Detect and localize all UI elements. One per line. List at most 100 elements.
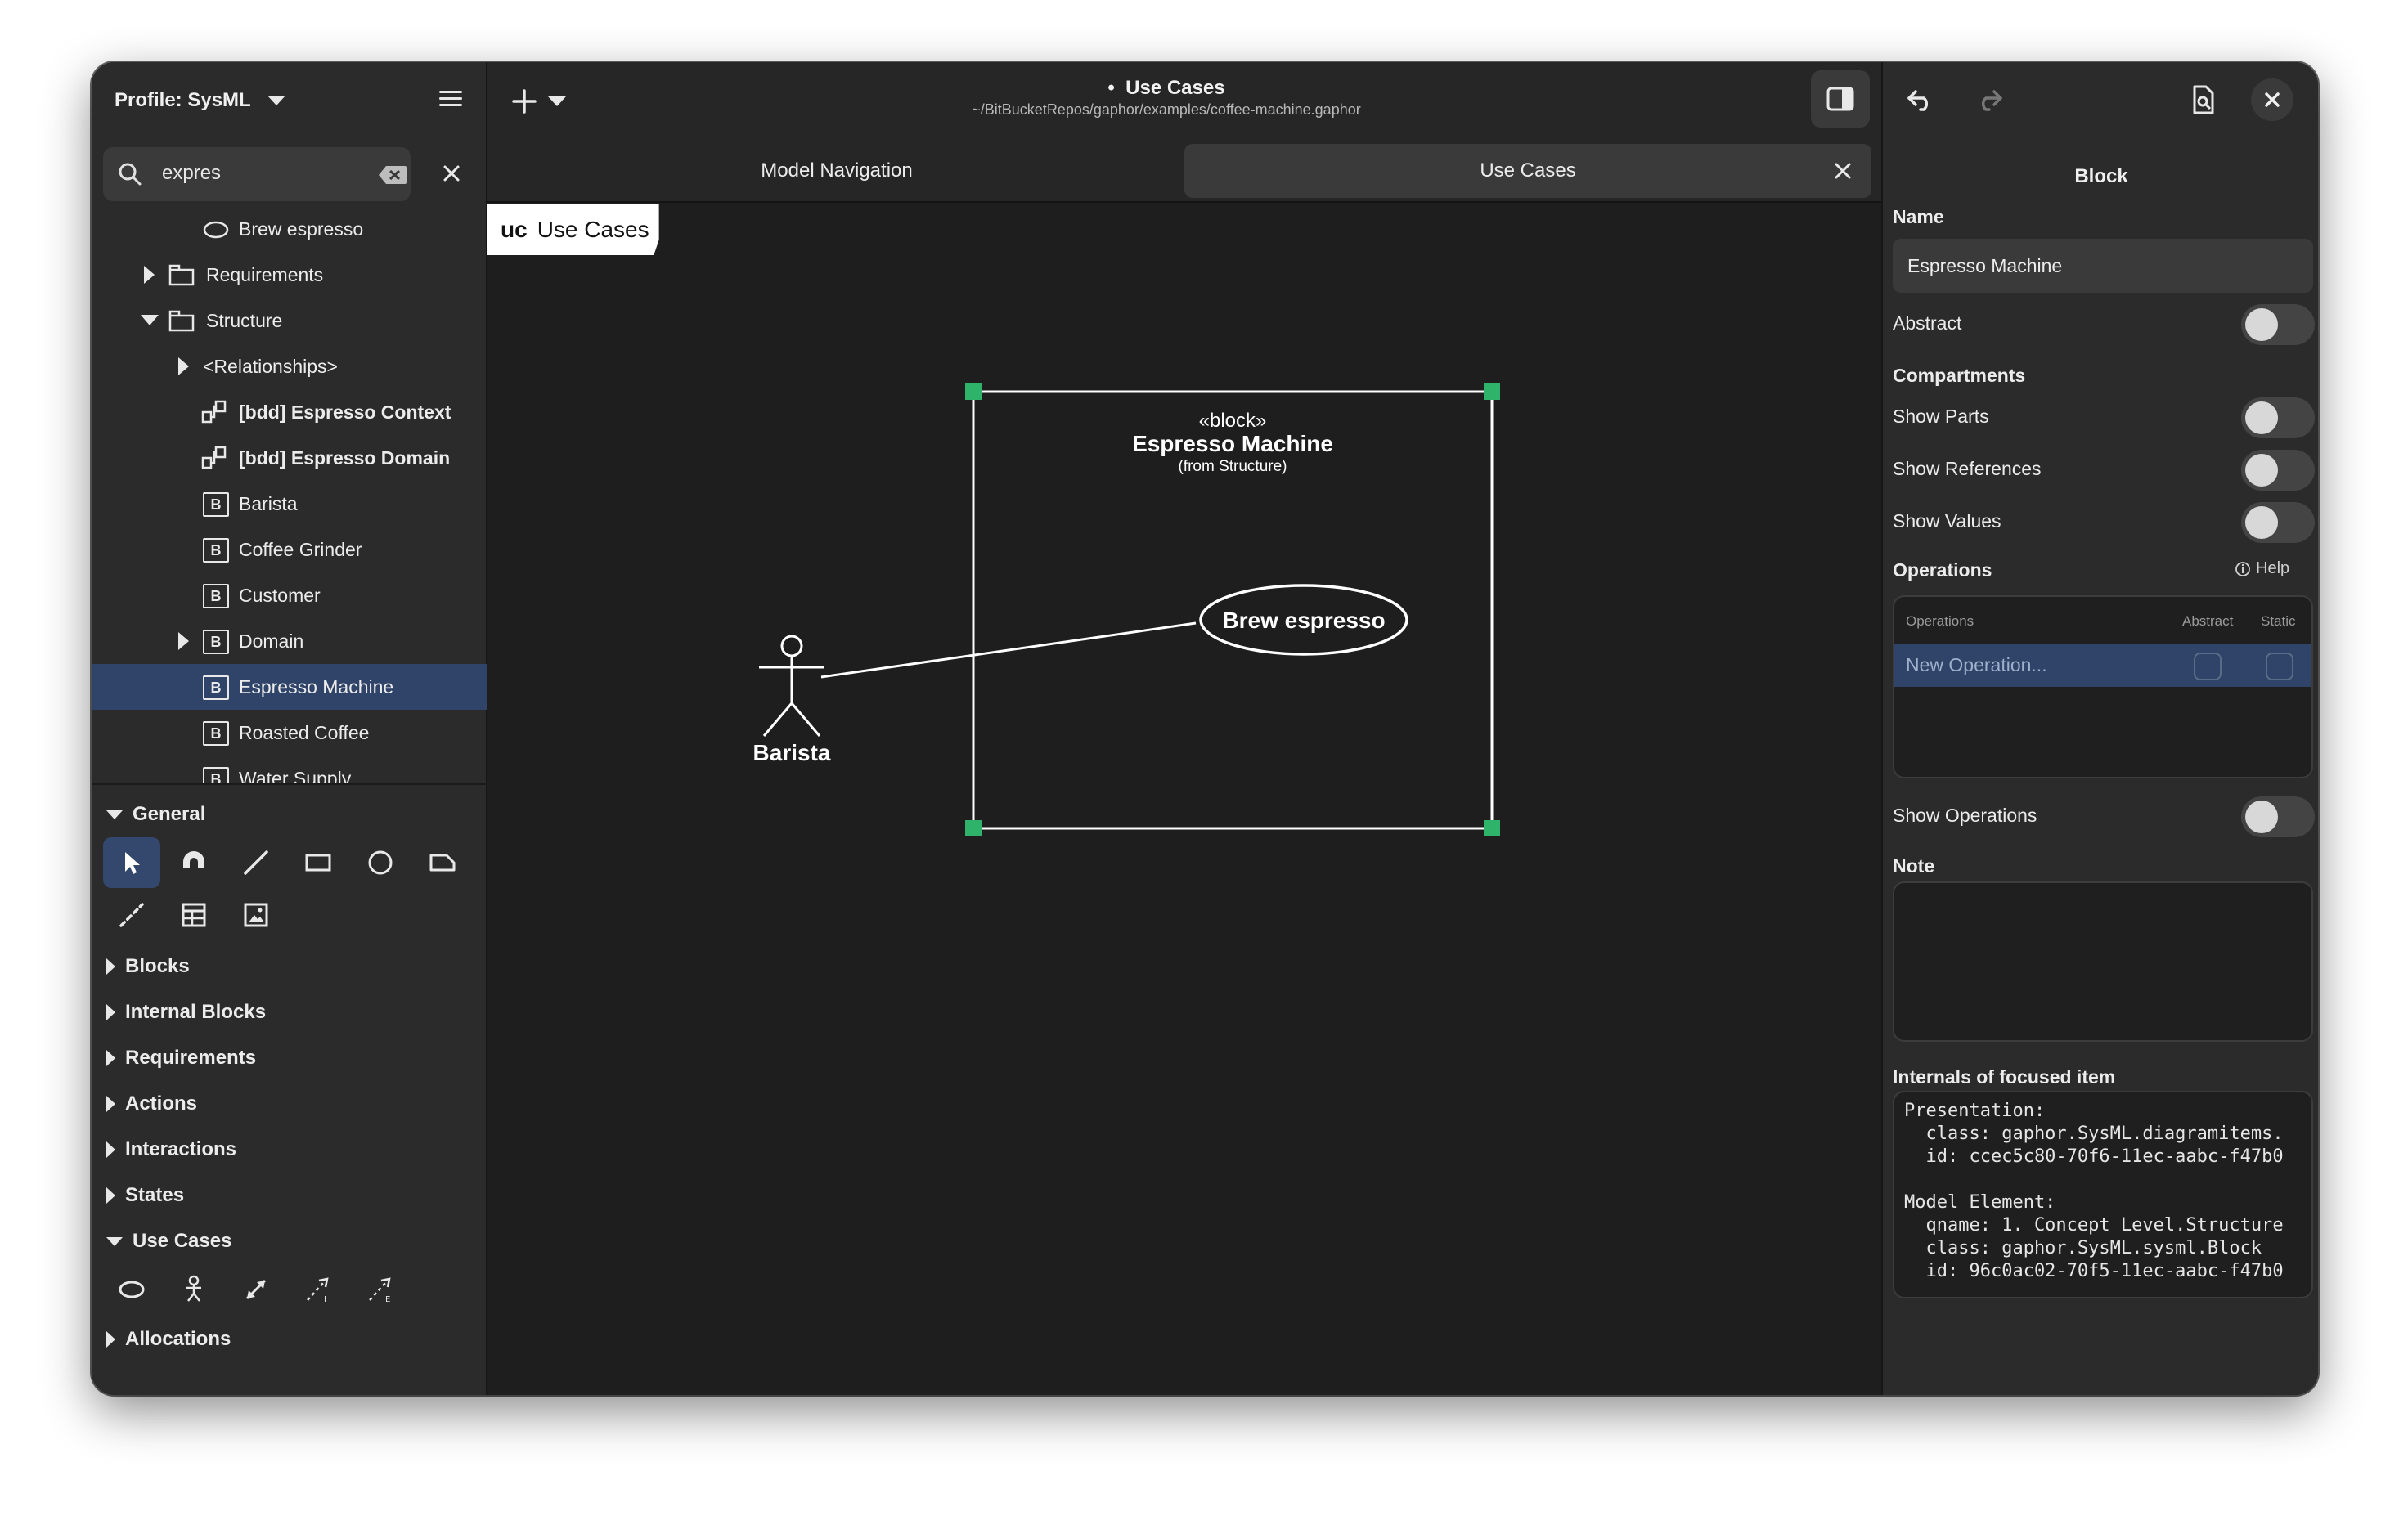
internals-line: qname: 1. Concept Level.Structure — [1904, 1215, 2284, 1236]
abstract-checkbox[interactable] — [2194, 653, 2222, 680]
magnet-tool[interactable] — [165, 837, 222, 888]
resize-handle-bottom-right[interactable] — [1484, 820, 1500, 836]
tab-model-navigation[interactable]: Model Navigation — [497, 144, 1176, 198]
toolbox-section-internal-blocks[interactable]: Internal Blocks — [106, 996, 266, 1029]
search-document-button[interactable] — [2182, 78, 2225, 121]
model-search-field[interactable]: expres — [103, 147, 411, 201]
redo-button[interactable] — [1968, 78, 2010, 121]
show-operations-toggle[interactable] — [2241, 796, 2315, 837]
diagram-icon — [201, 446, 227, 469]
operations-table: Operations Abstract Static New Operation… — [1893, 595, 2313, 778]
toolbox-section-interactions[interactable]: Interactions — [106, 1133, 236, 1166]
collapse-arrow-icon[interactable] — [141, 315, 159, 333]
chevron-down-icon — [267, 96, 285, 105]
resize-handle-top-left[interactable] — [965, 383, 982, 400]
name-input[interactable]: Espresso Machine — [1893, 239, 2313, 293]
association-line[interactable] — [820, 621, 1197, 679]
block-icon: B — [203, 538, 229, 563]
close-icon — [2265, 92, 2280, 107]
close-tab-icon[interactable] — [1832, 160, 1853, 182]
toolbox-section-states[interactable]: States — [106, 1179, 184, 1212]
tree-item-relationships[interactable]: <Relationships> — [92, 343, 487, 389]
internals-line: id: 96c0ac02-70f5-11ec-aabc-f47b0 — [1904, 1261, 2284, 1281]
sidebar-header: Profile: SysML — [92, 62, 487, 137]
section-label: Blocks — [125, 955, 190, 977]
tree-item-customer[interactable]: B Customer — [92, 572, 487, 618]
resize-handle-top-right[interactable] — [1484, 383, 1500, 400]
diagram-svg[interactable]: «block» Espresso Machine (from Structure… — [487, 204, 1881, 1395]
abstract-toggle[interactable] — [2241, 304, 2315, 345]
tree-item-bdd-espresso-domain[interactable]: [bdd] Espresso Domain — [92, 435, 487, 481]
search-input[interactable]: expres — [162, 162, 221, 185]
usecase-ellipse-icon — [203, 221, 229, 239]
tree-item-barista[interactable]: B Barista — [92, 481, 487, 527]
tree-item-espresso-machine[interactable]: B Espresso Machine — [92, 664, 487, 710]
toolbox-section-requirements[interactable]: Requirements — [106, 1042, 256, 1074]
toolbox-section-blocks[interactable]: Blocks — [106, 950, 190, 983]
tree-item-requirements[interactable]: Requirements — [92, 252, 487, 298]
close-window-button[interactable] — [2251, 78, 2293, 121]
profile-label: Profile: SysML — [115, 89, 251, 111]
usecase-tool[interactable] — [103, 1264, 160, 1315]
tree-item-structure[interactable]: Structure — [92, 298, 487, 343]
line-tool[interactable] — [227, 837, 285, 888]
toolbox-section-allocations[interactable]: Allocations — [106, 1323, 231, 1356]
table-tool[interactable] — [165, 890, 222, 940]
toolbox-section-general[interactable]: General — [106, 798, 205, 831]
tree-item-label: <Relationships> — [203, 355, 338, 377]
ellipse-tool[interactable] — [352, 837, 409, 888]
header-bar: • Use Cases ~/BitBucketRepos/gaphor/exam… — [487, 62, 1881, 137]
image-tool[interactable] — [227, 890, 285, 940]
clear-text-icon[interactable] — [378, 165, 407, 185]
static-checkbox[interactable] — [2266, 653, 2293, 680]
tree-item-label: Brew espresso — [239, 218, 364, 240]
actor-tool[interactable] — [165, 1264, 222, 1315]
block-icon: B — [203, 584, 229, 608]
resize-handle-bottom-left[interactable] — [965, 820, 982, 836]
expand-arrow-icon[interactable] — [178, 357, 196, 375]
tree-item-brew-espresso[interactable]: Brew espresso — [92, 206, 487, 252]
column-header-abstract: Abstract — [2182, 613, 2234, 629]
extend-tool[interactable]: E — [352, 1264, 409, 1315]
toolbox-section-actions[interactable]: Actions — [106, 1088, 197, 1120]
association-icon — [245, 1279, 267, 1300]
main-menu-icon[interactable] — [437, 87, 465, 111]
expand-arrow-icon[interactable] — [144, 266, 162, 284]
profile-selector[interactable]: Profile: SysML — [115, 83, 285, 118]
box-icon — [305, 854, 331, 872]
tree-item-coffee-grinder[interactable]: B Coffee Grinder — [92, 527, 487, 572]
section-label: States — [125, 1184, 185, 1206]
new-operation-entry[interactable]: New Operation... — [1906, 654, 2047, 676]
tree-item-roasted-coffee[interactable]: B Roasted Coffee — [92, 710, 487, 756]
comment-tool[interactable] — [414, 837, 471, 888]
diagram-canvas[interactable]: uc Use Cases «block» Espresso Machine (f… — [487, 204, 1881, 1395]
left-sidebar: Profile: SysML expres Brew espresso Requ… — [92, 62, 487, 1395]
expand-arrow-icon[interactable] — [178, 632, 196, 650]
toolbox-section-use-cases[interactable]: Use Cases — [106, 1225, 231, 1258]
tree-item-domain[interactable]: B Domain — [92, 618, 487, 664]
close-search-icon[interactable] — [435, 157, 468, 190]
actor-barista[interactable] — [759, 635, 824, 737]
show-values-toggle[interactable] — [2241, 502, 2315, 543]
comment-line-tool[interactable] — [103, 890, 160, 940]
table-row[interactable]: New Operation... — [1894, 644, 2311, 687]
toggle-properties-button[interactable] — [1811, 70, 1870, 128]
show-references-toggle[interactable] — [2241, 450, 2315, 491]
pointer-tool[interactable] — [103, 837, 160, 888]
tree-item-bdd-espresso-context[interactable]: [bdd] Espresso Context — [92, 389, 487, 435]
show-parts-toggle[interactable] — [2241, 397, 2315, 438]
section-label: Interactions — [125, 1138, 237, 1160]
tree-item-label: Domain — [239, 630, 304, 652]
tab-use-cases[interactable]: Use Cases — [1184, 144, 1871, 198]
association-tool[interactable] — [227, 1264, 285, 1315]
expand-arrow-icon — [106, 958, 115, 975]
include-tool[interactable]: I — [290, 1264, 347, 1315]
box-tool[interactable] — [290, 837, 347, 888]
tree-item-water-supply[interactable]: B Water Supply — [92, 756, 487, 783]
new-diagram-button[interactable] — [510, 85, 576, 118]
undo-button[interactable] — [1899, 78, 1942, 121]
help-button[interactable]: Help — [2235, 559, 2289, 578]
section-label: Allocations — [125, 1328, 231, 1350]
note-textarea[interactable] — [1893, 881, 2313, 1042]
block-name: Espresso Machine — [1132, 431, 1333, 456]
